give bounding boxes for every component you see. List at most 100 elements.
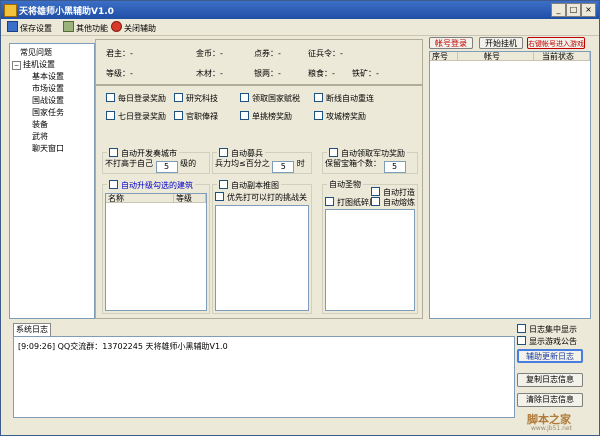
merit-row: 保留宝箱个数： 5 bbox=[325, 159, 406, 173]
checkbox-daily-login[interactable]: 每日登录奖励 bbox=[106, 93, 166, 104]
loot-list[interactable] bbox=[325, 209, 415, 311]
checkbox-salary[interactable]: 官职俸禄 bbox=[174, 111, 218, 122]
checkbox-siege-reward[interactable]: 攻城榜奖励 bbox=[314, 111, 366, 122]
close-button[interactable]: × bbox=[581, 3, 596, 17]
checkbox-box[interactable] bbox=[174, 111, 183, 120]
tree-item-generals[interactable]: 武将 bbox=[32, 132, 48, 142]
options-panel: 每日登录奖励 研究科技 领取国家赋税 断线自动重连 七日登录奖励 官职俸禄 单挑… bbox=[95, 85, 423, 319]
checkbox-box[interactable] bbox=[371, 187, 380, 196]
group-title[interactable]: 自动副本推图 bbox=[217, 180, 281, 191]
conscript-token-label: 征兵令：- bbox=[308, 49, 343, 58]
iron-label: 铁矿：- bbox=[352, 69, 379, 78]
group-dungeon: 自动副本推图 优先打可以打的挑战关 bbox=[212, 180, 312, 314]
tree-item-market[interactable]: 市场设置 bbox=[32, 84, 64, 94]
checkbox-seven-day[interactable]: 七日登录奖励 bbox=[106, 111, 166, 122]
col-name[interactable]: 名称 bbox=[106, 194, 174, 203]
checkbox-box[interactable] bbox=[109, 148, 118, 157]
food-label: 粮食：- bbox=[308, 69, 335, 78]
tools-icon bbox=[63, 21, 74, 32]
level-label: 等级：- bbox=[106, 69, 133, 78]
checkbox-game-notice[interactable]: 显示游戏公告 bbox=[517, 336, 577, 347]
checkbox-box[interactable] bbox=[219, 180, 228, 189]
app-icon bbox=[4, 4, 17, 17]
checkbox-box[interactable] bbox=[240, 93, 249, 102]
group-conscript: 自动募兵 兵力均≤百分之 5 时 bbox=[212, 148, 312, 174]
checkbox-reconnect[interactable]: 断线自动重连 bbox=[314, 93, 374, 104]
tree-item-chat[interactable]: 聊天窗口 bbox=[32, 144, 64, 154]
checkbox-box[interactable] bbox=[517, 324, 526, 333]
checkbox-dungeon-priority[interactable]: 优先打可以打的挑战关 bbox=[215, 192, 307, 203]
window-title: 天将雄师小黑辅助V1.0 bbox=[19, 7, 114, 17]
tree-item-faq[interactable]: 常见问题 bbox=[20, 48, 52, 58]
account-list[interactable]: 序号 帐号 当前状态 bbox=[429, 51, 591, 319]
app-window: 天将雄师小黑辅助V1.0 _ □ × 保存设置 其他功能 关闭辅助 常见问题 −… bbox=[0, 0, 600, 436]
expand-icon[interactable]: − bbox=[12, 61, 21, 70]
checkbox-box[interactable] bbox=[314, 111, 323, 120]
checkbox-box[interactable] bbox=[219, 148, 228, 157]
conscript-percent-spinner[interactable]: 5 bbox=[272, 161, 295, 173]
copy-log-button[interactable]: 复制日志信息 bbox=[517, 373, 583, 387]
settings-tree: 常见问题 − 挂机设置 基本设置 市场设置 国战设置 国家任务 装备 武将 聊天窗… bbox=[9, 43, 95, 319]
toolbar: 保存设置 其他功能 关闭辅助 bbox=[1, 19, 599, 36]
checkbox-box[interactable] bbox=[240, 111, 249, 120]
checkbox-box[interactable] bbox=[106, 93, 115, 102]
checkbox-log-center[interactable]: 日志集中显示 bbox=[517, 324, 577, 335]
group-title[interactable]: 自动开发奏城市 bbox=[107, 148, 179, 159]
checkbox-box[interactable] bbox=[174, 93, 183, 102]
merit-box-spinner[interactable]: 5 bbox=[383, 161, 406, 173]
checkbox-box[interactable] bbox=[109, 180, 118, 189]
checkbox-duel-reward[interactable]: 单挑榜奖励 bbox=[240, 111, 292, 122]
start-hangup-button[interactable]: 开始挂机 bbox=[479, 37, 523, 49]
update-log-button[interactable]: 辅助更新日志 bbox=[517, 349, 583, 363]
group-merit: 自动领取军功奖励 保留宝箱个数： 5 bbox=[322, 148, 418, 174]
checkbox-box[interactable] bbox=[106, 111, 115, 120]
open-city-level-spinner[interactable]: 5 bbox=[155, 161, 178, 173]
title-bar: 天将雄师小黑辅助V1.0 _ □ × bbox=[1, 1, 599, 19]
clear-log-button[interactable]: 清除日志信息 bbox=[517, 393, 583, 407]
checkbox-box[interactable] bbox=[325, 197, 334, 206]
group-title: 自动圣物 bbox=[327, 180, 363, 190]
wood-label: 木材：- bbox=[196, 69, 223, 78]
tree-item-basic[interactable]: 基本设置 bbox=[32, 72, 64, 82]
other-functions-button[interactable]: 其他功能 bbox=[63, 21, 108, 33]
login-account-button[interactable]: 帐号登录 bbox=[429, 37, 473, 49]
checkbox-box[interactable] bbox=[215, 192, 224, 201]
checkbox-box[interactable] bbox=[371, 197, 380, 206]
minimize-button[interactable]: _ bbox=[551, 3, 566, 17]
tree-item-equipment[interactable]: 装备 bbox=[32, 120, 48, 130]
col-index[interactable]: 序号 bbox=[430, 52, 458, 61]
save-icon bbox=[7, 21, 18, 32]
checkbox-box[interactable] bbox=[314, 93, 323, 102]
building-list[interactable]: 名称 等级 bbox=[105, 193, 207, 311]
tree-item-nationwar[interactable]: 国战设置 bbox=[32, 96, 64, 106]
col-level[interactable]: 等级 bbox=[174, 194, 206, 203]
log-textarea[interactable]: [9:09:26] QQ交流群：13702245 天将雄师小黑辅助V1.0 bbox=[13, 336, 515, 418]
col-account[interactable]: 帐号 bbox=[458, 52, 534, 61]
group-title[interactable]: 自动升级勾选的建筑 bbox=[107, 180, 195, 191]
tree-item-nation-task[interactable]: 国家任务 bbox=[32, 108, 64, 118]
checkbox-research[interactable]: 研究科技 bbox=[174, 93, 218, 104]
checkbox-box[interactable] bbox=[517, 336, 526, 345]
coupon-label: 点券：- bbox=[254, 49, 281, 58]
checkbox-auto-smelt[interactable]: 自动熔炼 bbox=[371, 197, 415, 208]
maximize-button[interactable]: □ bbox=[566, 3, 581, 17]
lord-label: 君主：- bbox=[106, 49, 133, 58]
tab-system-log[interactable]: 系统日志 bbox=[13, 323, 51, 336]
enter-game-button[interactable]: 右键帐号进入游戏 bbox=[527, 37, 585, 49]
silver-label: 银两：- bbox=[254, 69, 281, 78]
tree-item-hangup[interactable]: − 挂机设置 bbox=[12, 60, 55, 70]
close-circle-icon bbox=[111, 21, 122, 32]
close-helper-button[interactable]: 关闭辅助 bbox=[111, 21, 156, 33]
watermark-url: www.jb51.net bbox=[531, 425, 572, 432]
group-title[interactable]: 自动领取军功奖励 bbox=[327, 148, 407, 159]
col-status[interactable]: 当前状态 bbox=[534, 52, 590, 61]
group-upgrade-buildings: 自动升级勾选的建筑 名称 等级 bbox=[102, 180, 210, 314]
save-settings-button[interactable]: 保存设置 bbox=[7, 21, 52, 33]
checkbox-drawing[interactable]: 打图纸碎片 bbox=[325, 197, 377, 208]
dungeon-list[interactable] bbox=[215, 205, 309, 311]
gold-label: 金币：- bbox=[196, 49, 223, 58]
checkbox-tax[interactable]: 领取国家赋税 bbox=[240, 93, 300, 104]
checkbox-box[interactable] bbox=[329, 148, 338, 157]
log-entry: [9:09:26] QQ交流群：13702245 天将雄师小黑辅助V1.0 bbox=[18, 342, 228, 351]
group-title[interactable]: 自动募兵 bbox=[217, 148, 265, 159]
